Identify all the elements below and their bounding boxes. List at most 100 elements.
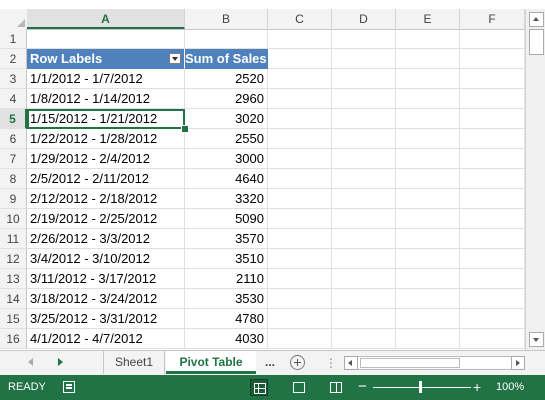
empty-cell-f[interactable]	[460, 29, 525, 49]
zoom-in-button[interactable]: +	[473, 378, 481, 396]
row-header-10[interactable]: 10	[0, 209, 27, 229]
normal-view-button[interactable]	[250, 379, 268, 396]
row-header-15[interactable]: 15	[0, 309, 27, 329]
empty-cell-f[interactable]	[460, 289, 525, 309]
sales-value-cell[interactable]: 3530	[185, 289, 268, 309]
row-header-9[interactable]: 9	[0, 189, 27, 209]
row-label-cell[interactable]: 3/11/2012 - 3/17/2012	[27, 269, 185, 289]
empty-cell-f[interactable]	[460, 209, 525, 229]
row-label-cell[interactable]: 3/25/2012 - 3/31/2012	[27, 309, 185, 329]
empty-cell-e[interactable]	[396, 269, 460, 289]
sales-value-cell[interactable]: 4780	[185, 309, 268, 329]
empty-cell-d[interactable]	[332, 149, 396, 169]
row-header-13[interactable]: 13	[0, 269, 27, 289]
pivot-row-labels-header[interactable]: Row Labels	[27, 49, 185, 69]
fill-handle[interactable]	[181, 125, 189, 133]
row-header-1[interactable]: 1	[0, 29, 27, 49]
empty-cell-e[interactable]	[396, 69, 460, 89]
empty-cell-f[interactable]	[460, 49, 525, 69]
column-header-f[interactable]: F	[460, 9, 525, 29]
row-label-cell[interactable]: 1/8/2012 - 1/14/2012	[27, 89, 185, 109]
empty-cell-f[interactable]	[460, 109, 525, 129]
row-header-7[interactable]: 7	[0, 149, 27, 169]
empty-cell-f[interactable]	[460, 269, 525, 289]
empty-cell-f[interactable]	[460, 129, 525, 149]
empty-cell-e[interactable]	[396, 189, 460, 209]
empty-cell-f[interactable]	[460, 329, 525, 349]
empty-cell-f[interactable]	[460, 89, 525, 109]
zoom-out-button[interactable]: −	[358, 378, 367, 396]
column-header-e[interactable]: E	[396, 9, 460, 29]
empty-cell-d[interactable]	[332, 289, 396, 309]
empty-cell-c[interactable]	[268, 189, 332, 209]
empty-cell-d[interactable]	[332, 169, 396, 189]
empty-cell-f[interactable]	[460, 149, 525, 169]
sales-value-cell[interactable]: 3000	[185, 149, 268, 169]
empty-cell-d[interactable]	[332, 209, 396, 229]
empty-cell-c[interactable]	[268, 329, 332, 349]
empty-cell-e[interactable]	[396, 129, 460, 149]
row-label-cell[interactable]: 2/5/2012 - 2/11/2012	[27, 169, 185, 189]
empty-cell-c[interactable]	[268, 229, 332, 249]
row-label-cell[interactable]	[27, 29, 185, 49]
empty-cell-e[interactable]	[396, 289, 460, 309]
row-header-14[interactable]: 14	[0, 289, 27, 309]
macro-record-icon[interactable]	[63, 381, 75, 393]
empty-cell-e[interactable]	[396, 309, 460, 329]
empty-cell-f[interactable]	[460, 69, 525, 89]
empty-cell-f[interactable]	[460, 169, 525, 189]
page-layout-button[interactable]	[290, 379, 308, 396]
empty-cell-e[interactable]	[396, 209, 460, 229]
column-header-a[interactable]: A	[27, 9, 185, 29]
row-header-5[interactable]: 5	[0, 109, 27, 129]
vertical-scroll-thumb[interactable]	[529, 29, 544, 55]
vertical-scrollbar[interactable]	[525, 9, 545, 350]
empty-cell-c[interactable]	[268, 269, 332, 289]
empty-cell-c[interactable]	[268, 89, 332, 109]
empty-cell-c[interactable]	[268, 109, 332, 129]
empty-cell-c[interactable]	[268, 149, 332, 169]
sales-value-cell[interactable]: 4030	[185, 329, 268, 349]
empty-cell-f[interactable]	[460, 229, 525, 249]
zoom-level[interactable]: 100%	[496, 375, 524, 400]
tab-pivot-table[interactable]: Pivot Table	[166, 351, 256, 374]
row-header-2[interactable]: 2	[0, 49, 27, 69]
scroll-up-button[interactable]	[529, 12, 544, 27]
empty-cell-e[interactable]	[396, 329, 460, 349]
row-header-11[interactable]: 11	[0, 229, 27, 249]
empty-cell-e[interactable]	[396, 169, 460, 189]
sales-value-cell[interactable]: 3510	[185, 249, 268, 269]
row-label-cell[interactable]: 1/15/2012 - 1/21/2012	[27, 109, 185, 129]
filter-dropdown-icon[interactable]	[169, 53, 181, 64]
row-label-cell[interactable]: 2/19/2012 - 2/25/2012	[27, 209, 185, 229]
sales-value-cell[interactable]: 2520	[185, 69, 268, 89]
plus-circle-icon[interactable]: +	[290, 355, 305, 370]
empty-cell-e[interactable]	[396, 89, 460, 109]
tab-more-button[interactable]: ...	[257, 351, 283, 374]
sales-value-cell[interactable]: 2550	[185, 129, 268, 149]
empty-cell-c[interactable]	[268, 169, 332, 189]
row-header-6[interactable]: 6	[0, 129, 27, 149]
empty-cell-c[interactable]	[268, 69, 332, 89]
empty-cell-d[interactable]	[332, 329, 396, 349]
empty-cell-c[interactable]	[268, 249, 332, 269]
row-header-16[interactable]: 16	[0, 329, 27, 349]
empty-cell-e[interactable]	[396, 249, 460, 269]
select-all-corner[interactable]	[0, 9, 28, 29]
sales-value-cell[interactable]: 3570	[185, 229, 268, 249]
row-label-cell[interactable]: 3/18/2012 - 3/24/2012	[27, 289, 185, 309]
sales-value-cell[interactable]: 5090	[185, 209, 268, 229]
next-sheet-icon[interactable]	[58, 358, 63, 366]
empty-cell-d[interactable]	[332, 309, 396, 329]
empty-cell-c[interactable]	[268, 289, 332, 309]
column-header-d[interactable]: D	[332, 9, 396, 29]
empty-cell-d[interactable]	[332, 69, 396, 89]
empty-cell-e[interactable]	[396, 109, 460, 129]
row-header-4[interactable]: 4	[0, 89, 27, 109]
empty-cell-c[interactable]	[268, 29, 332, 49]
sales-value-cell[interactable]: 3320	[185, 189, 268, 209]
empty-cell-c[interactable]	[268, 129, 332, 149]
row-label-cell[interactable]: 1/29/2012 - 2/4/2012	[27, 149, 185, 169]
empty-cell-e[interactable]	[396, 149, 460, 169]
row-header-3[interactable]: 3	[0, 69, 27, 89]
